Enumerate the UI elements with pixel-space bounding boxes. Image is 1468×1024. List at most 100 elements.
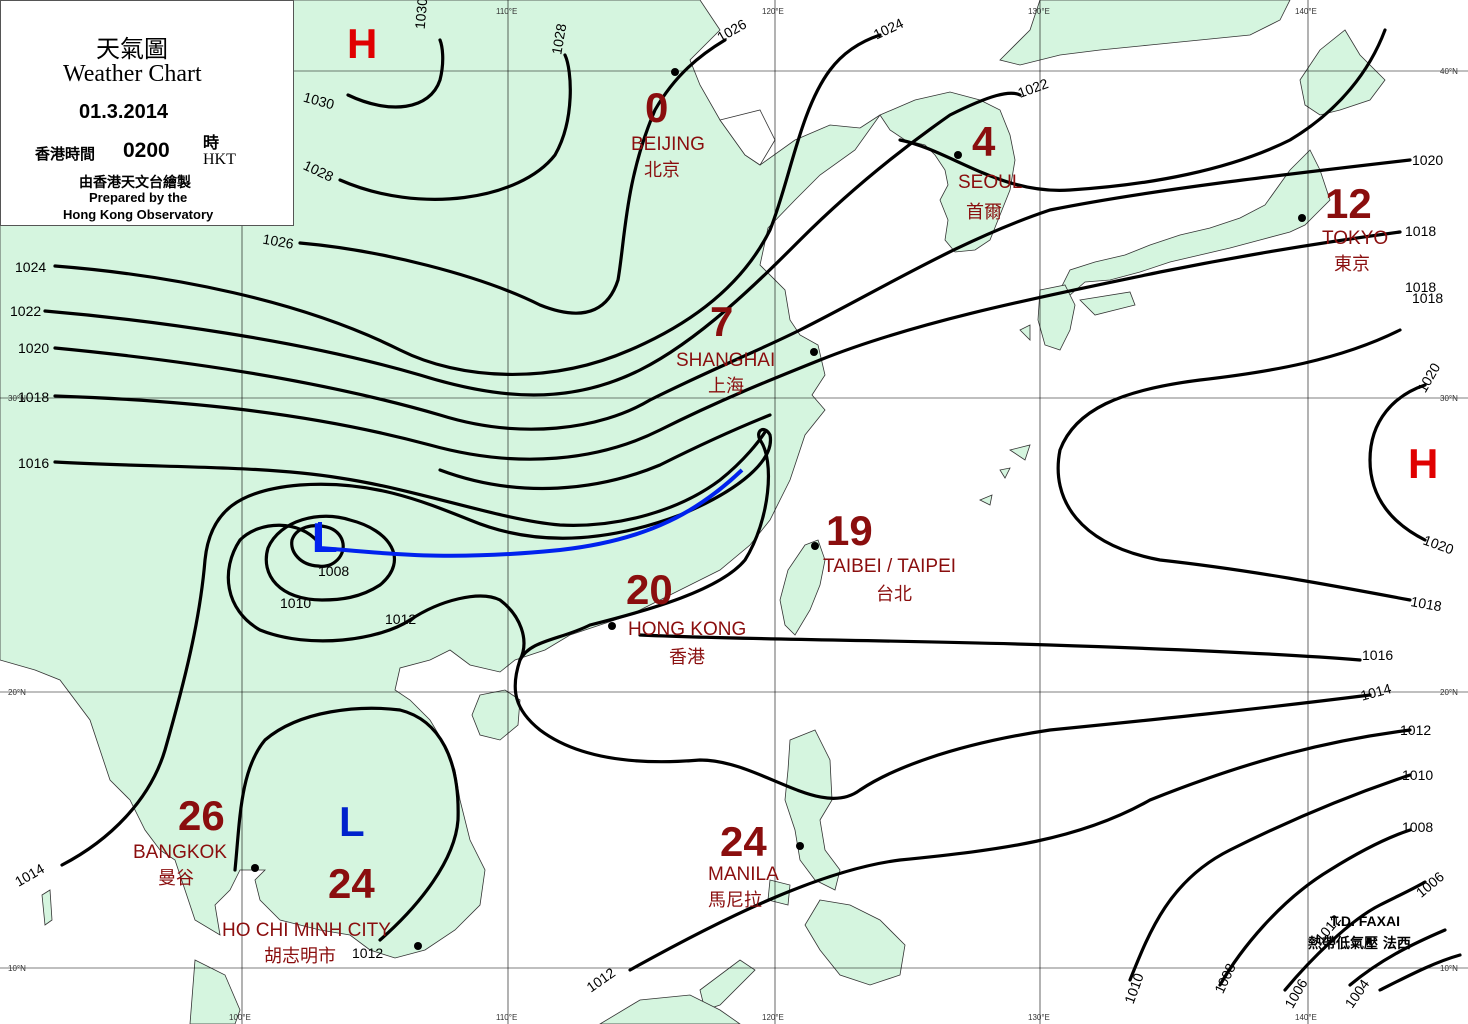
city-temperature: 4 [972,118,996,165]
land-andaman [41,889,53,926]
isobar-value: 1022 [1016,75,1051,101]
isobar-1016-east [638,633,1362,662]
lat-label: 20°N [8,688,26,697]
city-name-cn: 台北 [876,584,912,605]
lat-label: 20°N [1440,688,1458,697]
city-name: TAIBEI / TAIPEI [823,556,956,577]
city-name-cn: 東京 [1334,254,1370,275]
city-dot-bangkok [251,864,259,872]
weather-chart: 110°E 120°E 130°E 140°E 100°E 110°E 120°… [0,0,1468,1024]
lat-label: 10°N [8,964,26,973]
isobar-value: 1012 [583,964,618,995]
lon-label: 100°E [229,1013,251,1022]
lon-label: 140°E [1295,7,1317,16]
prepared-by: Prepared by the [89,190,188,205]
city-name: HONG KONG [628,619,746,640]
city-temperature: 19 [826,507,873,554]
isobar-value: 1020 [1414,360,1444,395]
city-name-cn: 首爾 [966,202,1002,223]
low-pressure-center: L [339,798,365,845]
lat-label: 40°N [1440,67,1458,76]
land-islands [979,324,1031,506]
lon-label: 110°E [496,7,517,16]
high-pressure-center: H [347,20,377,67]
isobar-value: 1022 [10,303,41,319]
time-zone: HKT [203,151,236,168]
isobar-value: 1016 [18,455,49,471]
low-pressure-center: L [312,514,338,561]
city-name: SHANGHAI [676,350,775,371]
city-temperature: 24 [328,860,375,907]
city-name: TOKYO [1322,228,1388,249]
isobar-value: 1008 [1211,961,1239,996]
city-name-cn: 胡志明市 [264,946,336,967]
city-temperature: 0 [645,84,668,131]
lon-label: 120°E [762,1013,784,1022]
lat-label: 10°N [1440,964,1458,973]
city-name: HO CHI MINH CITY [222,920,391,941]
city-name-cn: 北京 [644,160,680,181]
isobar-value: 1018 [1409,593,1443,614]
isobar-value: 1010 [280,595,311,611]
isobar-value: 1024 [15,259,46,275]
isobar-value: 1010 [1121,971,1147,1006]
isobar-value: 1010 [1402,767,1433,783]
city-dot-taipei [811,542,819,550]
isobar-value: 1006 [1413,868,1447,900]
storm-name: T.D. FAXAI [1330,913,1401,929]
city-name: BEIJING [631,134,705,155]
land-japan-shikoku [1079,291,1136,316]
land-luzon [784,729,841,891]
isobar-1018-east [1056,328,1412,602]
lat-label: 30°N [1440,394,1458,403]
isobar-value: 1018 [1405,279,1436,295]
city-temperature: 12 [1325,180,1372,227]
city-name-cn: 香港 [669,647,705,668]
land-palawan [699,959,756,1011]
city-name: BANGKOK [133,842,227,863]
storm-name-cn: 熱帶低氣壓 法西 [1308,936,1411,952]
isobar-value: 1014 [12,860,47,890]
city-dot-hochiminh [414,942,422,950]
prepared-by-cn: 由香港天文台繪製 [79,175,191,191]
isobar-value: 1018 [18,389,49,405]
land-hainan [471,689,521,741]
chart-title-cn: 天氣圖 [96,35,168,63]
city-dot-shanghai [810,348,818,356]
isobar-value: 1024 [871,15,906,43]
isobar-value: 1020 [18,340,49,356]
observatory-name: Hong Kong Observatory [63,207,214,222]
city-dot-hongkong [608,622,616,630]
city-temperature: 24 [720,818,767,865]
city-dot-beijing [671,68,679,76]
lon-label: 120°E [762,7,784,16]
isobar-value: 1016 [1362,647,1393,663]
time-label-cn: 香港時間 [35,145,96,163]
isobar-value: 1020 [1412,152,1443,168]
isobar-value: 1012 [385,611,416,627]
city-name: SEOUL [958,172,1022,193]
chart-date: 01.3.2014 [79,101,168,123]
isobar-value: 1008 [1402,819,1433,835]
chart-title: Weather Chart [63,61,202,87]
city-name-cn: 上海 [708,376,744,397]
time-unit-cn: 時 [203,133,220,152]
isobar-value: 1030 [412,0,431,30]
city-dot-seoul [954,151,962,159]
lon-label: 140°E [1295,1013,1317,1022]
isobar-value: 1006 [1281,976,1311,1011]
isobar-value: 1012 [1400,722,1431,738]
city-temperature: 26 [178,792,225,839]
isobar-value: 1012 [352,945,383,961]
lon-label: 110°E [496,1013,517,1022]
city-name-cn: 馬尼拉 [708,890,762,911]
city-name: MANILA [708,864,779,885]
chart-legend-box: 天氣圖 Weather Chart 01.3.2014 香港時間 0200 時 … [0,0,294,226]
isobar-value: 1004 [1341,976,1372,1011]
city-dot-manila [796,842,804,850]
city-temperature: 7 [710,298,733,345]
isobar-value: 1026 [714,16,749,46]
city-name-cn: 曼谷 [158,868,194,889]
city-temperature: 20 [626,566,673,613]
isobar-value: 1008 [318,563,349,579]
